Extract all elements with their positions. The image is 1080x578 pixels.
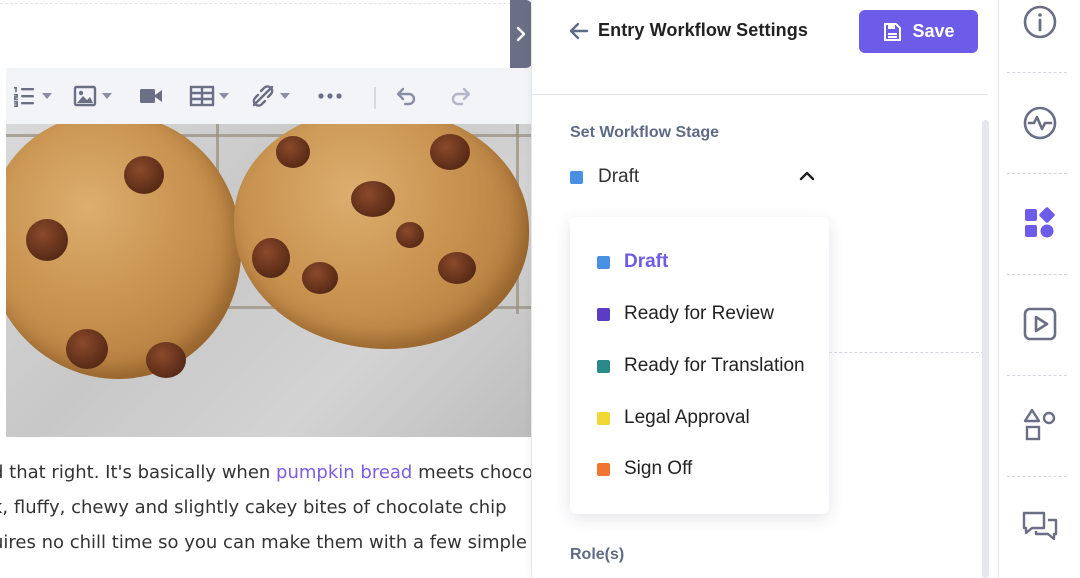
panel-title: Entry Workflow Settings — [598, 20, 808, 40]
paragraph-line: uires no chill time so you can make them… — [0, 532, 527, 553]
panel-scrollbar[interactable] — [982, 120, 989, 578]
caret-down-icon — [280, 93, 290, 99]
caret-down-icon — [219, 93, 229, 99]
play-icon — [1023, 307, 1057, 341]
chocolate-chip — [430, 134, 470, 170]
chocolate-chip — [124, 156, 164, 194]
chocolate-chip — [351, 181, 395, 217]
stage-option-label: Legal Approval — [624, 407, 750, 428]
toolbar-separator — [374, 87, 376, 109]
collapse-panel-button[interactable] — [510, 0, 531, 68]
chevron-up-icon — [799, 171, 815, 181]
comments-icon — [1022, 511, 1058, 541]
save-button-label: Save — [912, 21, 955, 41]
insert-video-button[interactable] — [138, 80, 164, 112]
entry-info-button[interactable] — [999, 0, 1080, 72]
chocolate-chip — [438, 252, 476, 284]
stage-option-sign-off[interactable]: Sign Off — [597, 454, 692, 484]
workflow-icon — [1025, 207, 1055, 238]
paragraph-text: d that right. It's basically when — [0, 462, 277, 483]
stage-color-swatch — [570, 170, 583, 184]
chocolate-chip — [146, 342, 186, 378]
image-icon — [73, 85, 97, 107]
panel-header: Entry Workflow Settings Save — [532, 0, 988, 95]
stage-option-draft[interactable]: Draft — [597, 247, 668, 277]
caret-down-icon — [42, 93, 52, 99]
stage-color-swatch — [597, 307, 610, 321]
paragraph-line: d that right. It's basically when pumpki… — [0, 455, 531, 490]
editor-area: d that right. It's basically when pumpki… — [0, 0, 531, 578]
preview-button[interactable] — [999, 274, 1080, 374]
chocolate-chip — [66, 329, 108, 369]
stage-option-ready-for-review[interactable]: Ready for Review — [597, 299, 774, 329]
divider — [829, 352, 984, 353]
undo-icon — [396, 87, 416, 106]
activity-icon — [1023, 106, 1057, 140]
save-icon — [884, 22, 902, 41]
selected-stage-value: Draft — [598, 166, 640, 187]
divider — [0, 3, 531, 4]
chocolate-chip — [276, 136, 310, 168]
workflow-stage-label: Set Workflow Stage — [570, 124, 720, 141]
link-button[interactable] — [250, 80, 290, 112]
roles-label: Role(s) — [570, 546, 625, 563]
more-options-button[interactable] — [316, 80, 344, 112]
info-icon — [1023, 5, 1057, 39]
paragraph-text: meets choco — [412, 462, 531, 483]
shapes-button[interactable] — [999, 375, 1080, 475]
unlink-icon — [252, 85, 274, 107]
pumpkin-bread-link[interactable]: pumpkin bread — [276, 462, 412, 483]
back-arrow-icon[interactable] — [568, 20, 590, 42]
editor-toolbar — [6, 68, 531, 124]
recipe-paragraph[interactable]: d that right. It's basically when pumpki… — [0, 455, 531, 560]
chocolate-chip-cookies-image — [6, 124, 531, 437]
more-icon — [318, 93, 342, 99]
workflow-settings-panel: Entry Workflow Settings Save Set Workflo… — [531, 0, 998, 578]
stage-color-swatch — [597, 359, 610, 373]
shapes-icon — [1023, 408, 1056, 441]
video-icon — [140, 89, 162, 103]
stage-color-swatch — [597, 411, 610, 425]
chocolate-chip — [302, 262, 338, 294]
save-button[interactable]: Save — [859, 10, 978, 53]
chevron-right-icon — [516, 26, 526, 42]
stage-option-ready-for-translation[interactable]: Ready for Translation — [597, 351, 805, 381]
activity-button[interactable] — [999, 73, 1080, 173]
redo-icon — [451, 87, 471, 106]
paragraph-line: k, fluffy, chewy and slightly cakey bite… — [0, 497, 507, 518]
insert-table-button[interactable] — [189, 80, 229, 112]
caret-down-icon — [102, 93, 112, 99]
insert-image-button[interactable] — [72, 80, 112, 112]
stage-option-label: Draft — [624, 251, 669, 272]
comments-button[interactable] — [999, 476, 1080, 576]
stage-option-label: Ready for Translation — [624, 355, 805, 376]
stage-color-swatch — [597, 462, 610, 476]
chocolate-chip — [252, 238, 290, 278]
redo-button[interactable] — [448, 80, 474, 112]
workflow-button[interactable] — [999, 174, 1080, 274]
workflow-stage-select[interactable]: Draft — [570, 160, 820, 194]
chocolate-chip — [396, 222, 424, 248]
undo-button[interactable] — [393, 80, 419, 112]
right-icon-rail — [998, 0, 1080, 578]
numbered-list-button[interactable] — [12, 80, 52, 112]
workflow-stage-dropdown: Draft Ready for Review Ready for Transla… — [570, 217, 829, 514]
table-icon — [189, 85, 215, 107]
stage-color-swatch — [597, 255, 610, 269]
stage-option-label: Sign Off — [624, 458, 693, 479]
chocolate-chip — [26, 219, 68, 261]
stage-option-label: Ready for Review — [624, 303, 774, 324]
stage-option-legal-approval[interactable]: Legal Approval — [597, 403, 750, 433]
numbered-list-icon — [14, 87, 34, 107]
